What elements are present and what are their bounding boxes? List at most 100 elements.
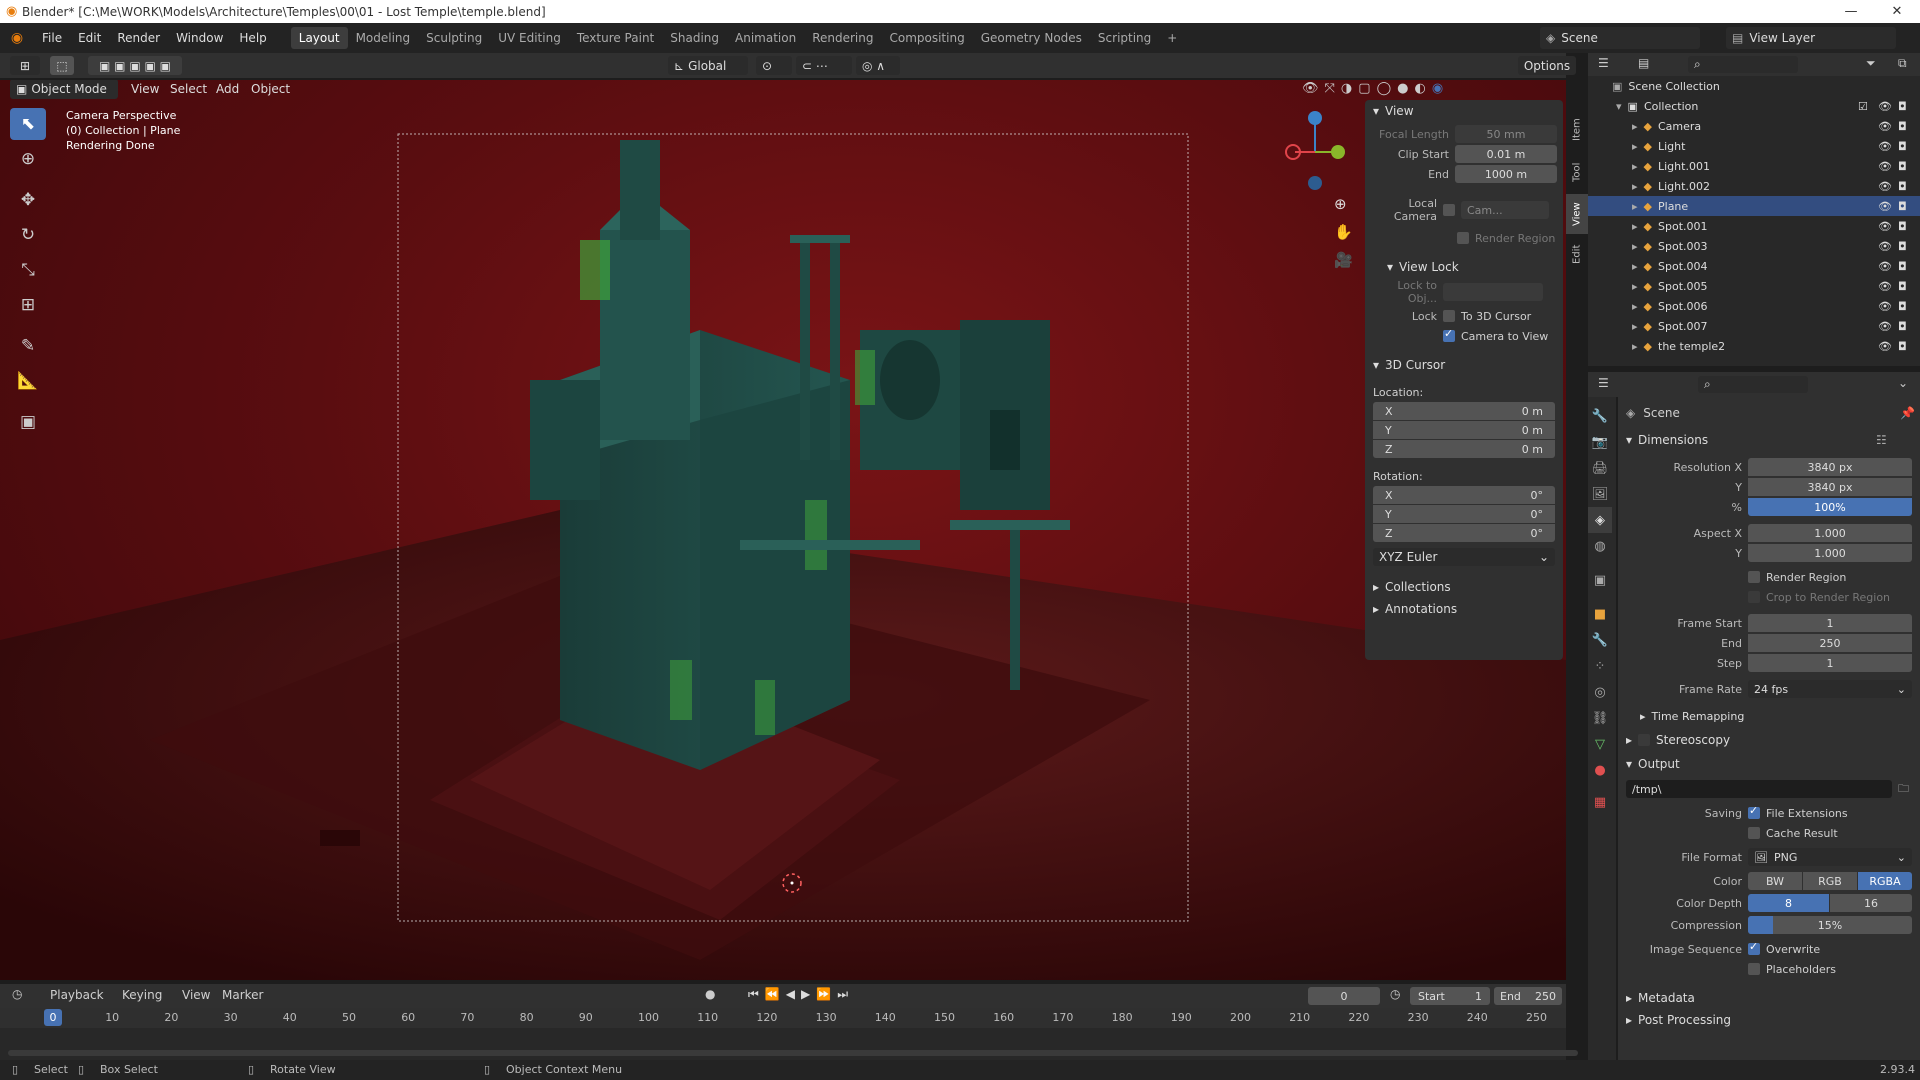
camera-render-icon[interactable]: ◘ [1898, 200, 1907, 213]
annotations-header[interactable]: ▸ Annotations [1365, 598, 1563, 620]
tab-geometry-nodes[interactable]: Geometry Nodes [973, 27, 1090, 49]
play-reverse-icon[interactable]: ◀ [786, 987, 795, 1002]
eye-icon[interactable]: 👁 [1878, 180, 1892, 193]
select-tool-icon[interactable]: ⬚ [50, 56, 74, 75]
crop-region-checkbox[interactable] [1748, 591, 1760, 603]
transform-tool-icon[interactable]: ⊞ [10, 289, 46, 321]
filter-icon[interactable]: ⏷ [1866, 56, 1876, 71]
clip-start-field[interactable]: 0.01 m [1455, 145, 1557, 163]
camera-view-icon[interactable]: 🎥 [1334, 251, 1353, 269]
eye-icon[interactable]: 👁 [1878, 200, 1892, 213]
menu-render[interactable]: Render [109, 27, 168, 49]
gizmo-neg-z-ball[interactable] [1308, 176, 1322, 190]
cursor-rotation-x[interactable]: X 0° [1373, 486, 1555, 504]
camera-render-icon[interactable]: ◘ [1898, 340, 1907, 353]
outliner-item[interactable]: ▸ ◆ Light.001 👁 ◘ [1588, 156, 1920, 176]
menu-window[interactable]: Window [168, 27, 231, 49]
new-collection-icon[interactable]: ⧉ [1898, 56, 1907, 71]
pivot-dropdown[interactable]: ⊙ [756, 56, 792, 75]
output-path-input[interactable]: /tmp\ [1626, 780, 1892, 798]
3d-cursor-header[interactable]: ▾ 3D Cursor [1365, 354, 1563, 376]
local-camera-checkbox[interactable] [1443, 204, 1455, 216]
timeline-scrollbar[interactable] [8, 1050, 1578, 1056]
view-layer-selector[interactable]: ▤ View Layer [1726, 27, 1896, 49]
output-header[interactable]: ▾ Output [1618, 753, 1920, 775]
tab-edit[interactable]: Edit [1566, 236, 1588, 272]
chevron-right-icon[interactable]: ▸ [1632, 240, 1638, 253]
timeline-ruler[interactable]: 0 10 20 30 40 50 60 70 80 90 100 110 120 130 140 150 160… [0, 1008, 1566, 1028]
chevron-right-icon[interactable]: ▸ [1632, 260, 1638, 273]
minimize-button[interactable]: — [1828, 0, 1874, 23]
outliner-search-input[interactable]: ⌕ [1688, 56, 1798, 73]
chevron-right-icon[interactable]: ▸ [1632, 280, 1638, 293]
color-rgb-button[interactable]: RGB [1803, 872, 1857, 890]
proportional-edit-toggle[interactable]: ◎ ∧ [856, 56, 900, 75]
properties-search-input[interactable]: ⌕ [1698, 376, 1808, 393]
output-props-icon[interactable]: 🖨 [1588, 455, 1612, 481]
material-shading-icon[interactable]: ◐ [1414, 81, 1425, 96]
cursor-rotation-z[interactable]: Z 0° [1373, 524, 1555, 542]
editor-type-icon[interactable]: ⊞ [10, 56, 40, 75]
measure-tool-icon[interactable]: 📐 [10, 365, 46, 397]
chevron-right-icon[interactable]: ▸ [1632, 300, 1638, 313]
rotate-tool-icon[interactable]: ↻ [10, 219, 46, 251]
rendered-shading-icon[interactable]: ◉ [1432, 81, 1443, 96]
menu-file[interactable]: File [34, 27, 70, 49]
blender-menu-icon[interactable]: ◉ [0, 30, 34, 46]
aspect-y-field[interactable]: 1.000 [1748, 544, 1912, 562]
tab-uv-editing[interactable]: UV Editing [490, 27, 569, 49]
metadata-header[interactable]: ▸ Metadata [1618, 987, 1920, 1009]
cursor-location-y[interactable]: Y 0 m [1373, 421, 1555, 439]
selection-mode-buttons[interactable]: ▣ ▣ ▣ ▣ ▣ [88, 56, 182, 75]
add-workspace-icon[interactable]: + [1159, 27, 1185, 49]
menu-edit[interactable]: Edit [70, 27, 109, 49]
overlay-toggle-icon[interactable]: ◑ [1341, 81, 1352, 96]
cursor-tool-icon[interactable]: ⊕ [10, 143, 46, 175]
timeline-menu-view[interactable]: View [182, 988, 210, 1002]
tool-props-icon[interactable]: 🔧 [1588, 403, 1612, 429]
timeline-menu-keying[interactable]: Keying [122, 988, 162, 1002]
scene-selector[interactable]: ◈ Scene [1540, 27, 1700, 49]
play-icon[interactable]: ▶ [801, 987, 810, 1002]
object-props-icon[interactable]: ■ [1588, 601, 1612, 627]
menu-help[interactable]: Help [231, 27, 274, 49]
render-region-checkbox[interactable] [1457, 232, 1469, 244]
local-camera-field[interactable]: Cam... [1461, 201, 1549, 219]
3d-viewport[interactable]: ▣ Object Mode View Select Add Object 👁 ⤧… [0, 80, 1566, 980]
chevron-right-icon[interactable]: ▸ [1632, 340, 1638, 353]
wireframe-shading-icon[interactable]: ◯ [1377, 81, 1392, 96]
cache-result-checkbox[interactable] [1748, 827, 1760, 839]
color-bw-button[interactable]: BW [1748, 872, 1802, 890]
aspect-x-field[interactable]: 1.000 [1748, 524, 1912, 542]
next-keyframe-icon[interactable]: ⏩ [816, 987, 831, 1002]
file-format-dropdown[interactable]: 🖼 PNG ⌄ [1748, 848, 1912, 866]
options-dropdown[interactable]: Options [1518, 56, 1576, 75]
snap-toggle[interactable]: ⊂ ⋯ [796, 56, 852, 75]
render-region-checkbox[interactable] [1748, 571, 1760, 583]
cursor-location-z[interactable]: Z 0 m [1373, 440, 1555, 458]
material-props-icon[interactable]: ● [1588, 757, 1612, 783]
lock-to-object-field[interactable] [1443, 283, 1543, 301]
timeline-menu-marker[interactable]: Marker [222, 988, 263, 1002]
chevron-right-icon[interactable]: ▸ [1632, 160, 1638, 173]
prev-keyframe-icon[interactable]: ⏪ [765, 987, 780, 1002]
outliner-item[interactable]: ▸ ◆ Camera 👁 ◘ [1588, 116, 1920, 136]
tab-item[interactable]: Item [1566, 110, 1588, 150]
eye-icon[interactable]: 👁 [1878, 260, 1892, 273]
gizmo-z-ball[interactable] [1308, 111, 1322, 125]
outliner-editor-icon[interactable]: ☰ [1598, 56, 1609, 70]
tab-sculpting[interactable]: Sculpting [418, 27, 490, 49]
mode-dropdown[interactable]: ▣ Object Mode [10, 80, 118, 99]
camera-render-icon[interactable]: ◘ [1898, 320, 1907, 333]
outliner-item[interactable]: ▸ ◆ the temple2 👁 ◘ [1588, 336, 1920, 356]
properties-editor-icon[interactable]: ☰ [1598, 376, 1609, 390]
eye-icon[interactable]: 👁 [1878, 320, 1892, 333]
camera-render-icon[interactable]: ◘ [1898, 240, 1907, 253]
select-box-tool-icon[interactable]: ⬉ [10, 108, 46, 140]
scene-props-icon[interactable]: ◈ [1588, 507, 1612, 533]
rotation-mode-dropdown[interactable]: XYZ Euler ⌄ [1373, 548, 1555, 566]
gizmo-y-ball[interactable] [1331, 145, 1345, 159]
frame-end-field[interactable]: 250 [1748, 634, 1912, 652]
compression-slider[interactable]: 15% [1748, 916, 1912, 934]
render-props-icon[interactable]: 📷 [1588, 429, 1612, 455]
